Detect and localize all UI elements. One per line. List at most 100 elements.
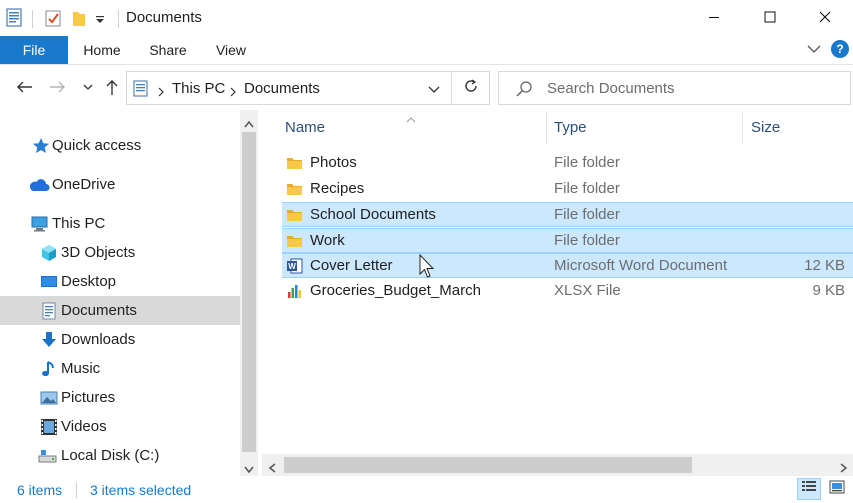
sidebar-item-local-disk[interactable]: Local Disk (C:) [0, 441, 240, 470]
up-arrow-icon[interactable] [102, 77, 122, 97]
picture-icon [40, 389, 58, 407]
customize-toolbar-dropdown-icon[interactable] [94, 12, 112, 32]
sidebar-item-label: Pictures [61, 389, 116, 406]
file-type: Microsoft Word Document [554, 257, 728, 274]
item-count: 6 items [17, 482, 63, 498]
download-arrow-icon [40, 331, 58, 349]
expand-ribbon-chevron-icon[interactable] [805, 40, 823, 58]
table-row[interactable]: Recipes File folder [282, 177, 853, 202]
column-header-label: Name [285, 119, 326, 136]
file-name: Groceries_Budget_March [310, 282, 481, 299]
column-header-label: Type [554, 119, 587, 136]
file-name: School Documents [310, 206, 436, 223]
tab-home[interactable]: Home [76, 36, 128, 64]
search-icon [515, 80, 533, 102]
status-bar: 6 items 3 items selected [0, 476, 853, 503]
film-icon [40, 418, 58, 436]
tab-file[interactable]: File [0, 36, 68, 64]
folder-icon [286, 207, 303, 223]
table-row[interactable]: Groceries_Budget_March XLSX File 9 KB [282, 279, 853, 304]
scrollbar-thumb[interactable] [284, 457, 692, 473]
sidebar-item-quick-access[interactable]: Quick access [0, 131, 240, 160]
file-type: File folder [554, 206, 620, 223]
cube-icon [40, 244, 58, 262]
maximize-button[interactable] [742, 0, 798, 36]
table-row[interactable]: Photos File folder [282, 151, 853, 176]
svg-text:W: W [288, 262, 296, 271]
table-row[interactable]: Work File folder [282, 228, 853, 253]
sidebar-item-this-pc[interactable]: This PC [0, 209, 240, 238]
documents-properties-icon[interactable] [6, 8, 24, 28]
sidebar-item-label: Quick access [52, 137, 142, 154]
horizontal-scrollbar[interactable] [262, 454, 853, 476]
file-name: Work [310, 232, 345, 249]
status-divider [76, 482, 77, 498]
search-box[interactable] [498, 71, 851, 105]
refresh-icon [463, 78, 479, 98]
file-type: File folder [554, 180, 620, 197]
sidebar-item-downloads[interactable]: Downloads [0, 325, 240, 354]
selection-count: 3 items selected [90, 482, 192, 498]
window-title: Documents [126, 9, 202, 26]
file-type: XLSX File [554, 282, 621, 299]
close-button[interactable] [797, 0, 853, 36]
tab-view[interactable]: View [208, 36, 254, 64]
file-size: 12 KB [804, 257, 845, 274]
forward-arrow-icon[interactable] [48, 77, 68, 97]
sidebar-item-desktop[interactable]: Desktop [0, 267, 240, 296]
breadcrumb-separator-icon[interactable] [229, 84, 237, 101]
breadcrumb-documents[interactable]: Documents [244, 80, 320, 97]
close-icon [819, 10, 831, 27]
column-header-name[interactable]: Name [282, 110, 546, 146]
music-note-icon [40, 360, 58, 378]
documents-location-icon [133, 80, 149, 102]
desktop-icon [40, 273, 58, 291]
file-size: 9 KB [812, 282, 845, 299]
breadcrumb-separator-icon[interactable] [157, 84, 165, 101]
sidebar-item-label: OneDrive [52, 176, 116, 193]
sidebar-item-label: Desktop [61, 273, 117, 290]
large-icons-view-icon [829, 480, 845, 498]
address-box[interactable]: This PC Documents [126, 71, 452, 105]
large-icons-view-button[interactable] [825, 478, 849, 500]
word-document-icon: W [286, 258, 303, 274]
minimize-button[interactable] [686, 0, 742, 36]
scroll-left-arrow-icon[interactable] [268, 460, 276, 477]
sidebar-item-documents[interactable]: Documents [0, 296, 240, 325]
breadcrumb-this-pc[interactable]: This PC [172, 80, 225, 97]
properties-check-icon[interactable] [44, 8, 62, 28]
sidebar-item-music[interactable]: Music [0, 354, 240, 383]
sidebar-item-videos[interactable]: Videos [0, 412, 240, 441]
address-history-chevron-icon[interactable] [427, 83, 441, 100]
column-header-type[interactable]: Type [547, 110, 743, 146]
file-list: Name Type Size Photos File folder Recipe… [262, 110, 853, 454]
sidebar-item-onedrive[interactable]: OneDrive [0, 170, 240, 199]
back-arrow-icon[interactable] [14, 77, 34, 97]
drive-icon [38, 447, 57, 465]
file-type: File folder [554, 154, 620, 171]
new-folder-icon[interactable] [70, 8, 88, 28]
sidebar-item-3d-objects[interactable]: 3D Objects [0, 238, 240, 267]
search-input[interactable] [547, 72, 837, 104]
tab-share[interactable]: Share [142, 36, 194, 64]
sidebar-item-label: Videos [61, 418, 107, 435]
help-button[interactable]: ? [831, 40, 849, 58]
scroll-up-arrow-icon[interactable] [244, 115, 254, 132]
sidebar-item-pictures[interactable]: Pictures [0, 383, 240, 412]
scroll-right-arrow-icon[interactable] [840, 460, 848, 477]
spreadsheet-icon [286, 283, 303, 299]
column-header-label: Size [751, 119, 781, 136]
navigation-scrollbar[interactable] [240, 110, 258, 476]
cloud-icon [28, 176, 50, 194]
refresh-button[interactable] [452, 71, 490, 105]
sidebar-item-label: This PC [52, 215, 106, 232]
document-icon [40, 302, 58, 320]
table-row[interactable]: W Cover Letter Microsoft Word Document 1… [282, 253, 853, 278]
scrollbar-thumb[interactable] [242, 132, 256, 452]
recent-locations-chevron-icon[interactable] [78, 77, 98, 97]
table-row[interactable]: School Documents File folder [282, 202, 853, 227]
column-header-size[interactable]: Size [743, 110, 853, 146]
folder-icon [286, 233, 303, 249]
details-view-button[interactable] [797, 478, 821, 500]
ribbon-tabs: File Home Share View ? [0, 36, 853, 64]
